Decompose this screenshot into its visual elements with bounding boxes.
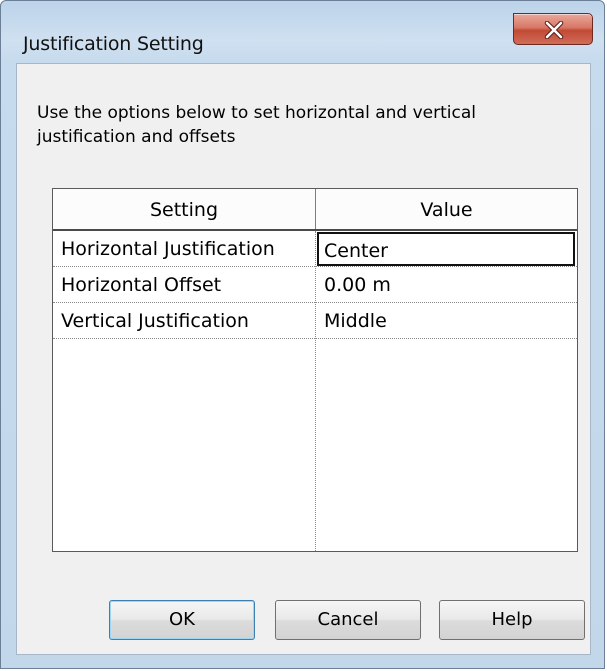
column-header-value[interactable]: Value	[316, 189, 577, 229]
settings-grid: Setting Value Horizontal Justification C…	[52, 188, 578, 552]
dialog-window: Justification Setting Use the options be…	[0, 0, 605, 669]
ok-button[interactable]: OK	[109, 600, 255, 640]
setting-cell: Horizontal Offset	[61, 274, 222, 296]
value-cell[interactable]: Middle	[324, 303, 570, 338]
cancel-button[interactable]: Cancel	[275, 600, 421, 640]
column-header-setting[interactable]: Setting	[53, 189, 316, 229]
table-row[interactable]: Horizontal Offset 0.00 m	[53, 267, 577, 303]
setting-cell: Vertical Justification	[61, 310, 249, 332]
instruction-text: Use the options below to set horizontal …	[37, 103, 476, 147]
dialog-content: Use the options below to set horizontal …	[16, 63, 591, 655]
help-button[interactable]: Help	[439, 600, 585, 640]
window-title: Justification Setting	[23, 33, 204, 55]
grid-header: Setting Value	[53, 189, 577, 231]
close-icon	[544, 21, 564, 39]
title-bar[interactable]: Justification Setting	[1, 1, 604, 63]
table-row[interactable]: Vertical Justification Middle	[53, 303, 577, 339]
value-cell[interactable]: 0.00 m	[324, 267, 570, 302]
close-button[interactable]	[513, 13, 593, 45]
value-cell-active[interactable]: Center	[317, 232, 575, 266]
setting-cell: Horizontal Justification	[61, 238, 275, 260]
value-cell: Center	[324, 240, 388, 262]
